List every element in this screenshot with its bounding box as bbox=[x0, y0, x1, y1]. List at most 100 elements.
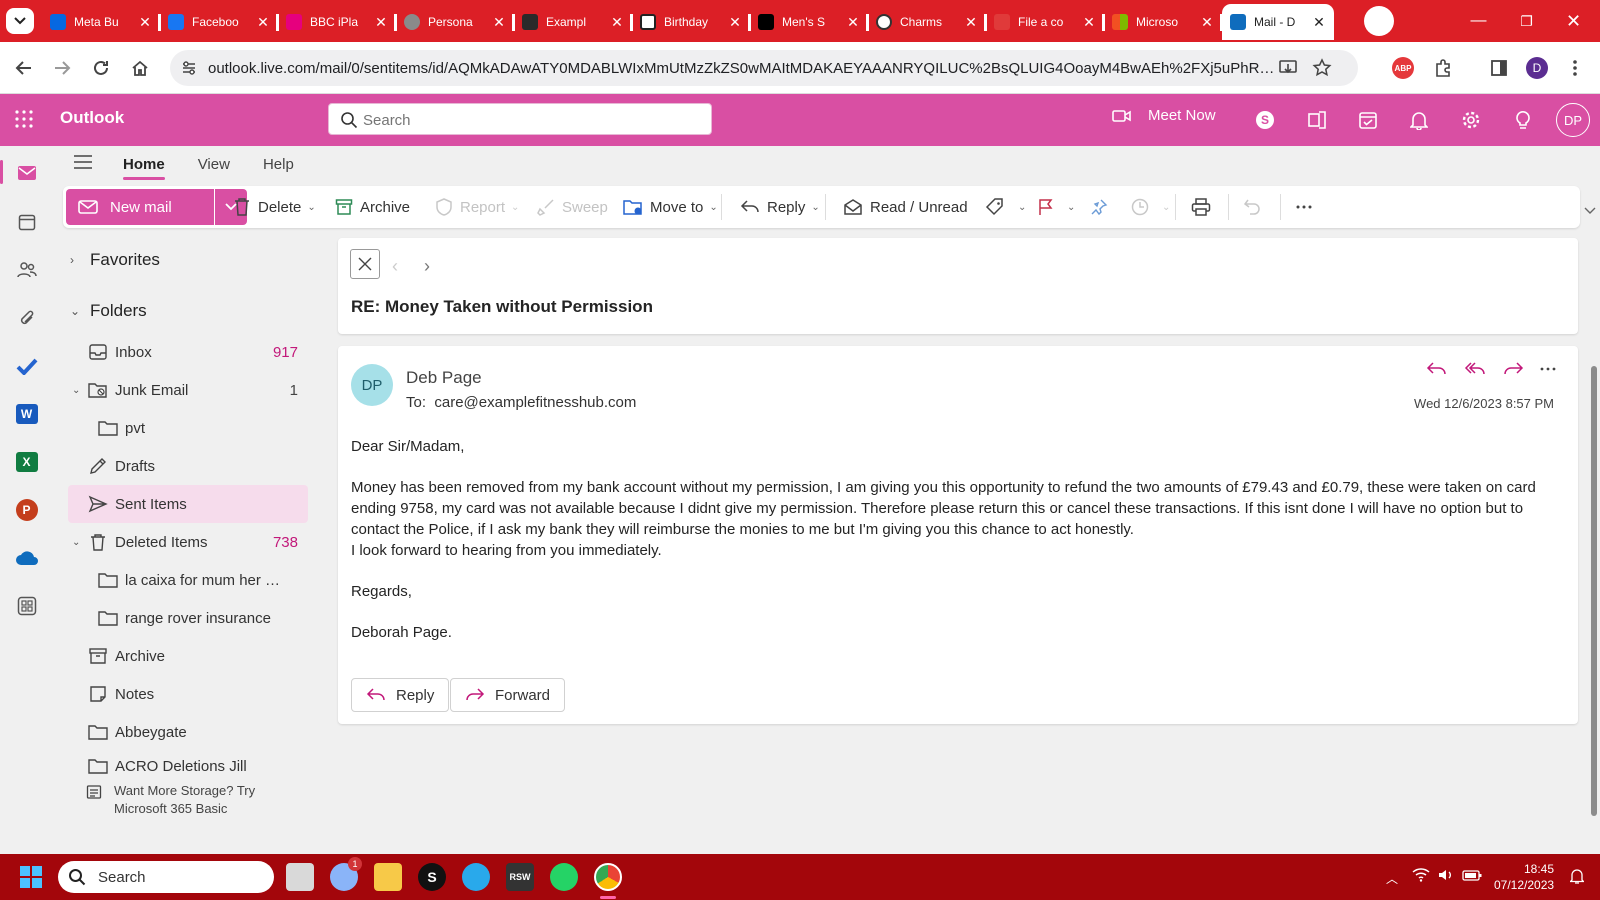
close-tab-icon[interactable]: ✕ bbox=[846, 14, 860, 31]
flag-button[interactable]: ⌄ bbox=[1038, 186, 1075, 228]
folder-junk-email[interactable]: ⌄ Junk Email 1 bbox=[68, 371, 308, 409]
close-tab-icon[interactable]: ✕ bbox=[256, 14, 270, 31]
reply-action-button[interactable] bbox=[1426, 360, 1448, 378]
close-tab-icon[interactable]: ✕ bbox=[728, 14, 742, 31]
browser-tab[interactable]: Microso ✕ bbox=[1104, 4, 1223, 40]
browser-tab-active[interactable]: Mail - D ✕ bbox=[1222, 4, 1334, 40]
close-tab-icon[interactable]: ✕ bbox=[138, 14, 152, 31]
favorites-header[interactable]: › Favorites bbox=[70, 250, 160, 270]
profile-button[interactable]: D bbox=[1524, 55, 1550, 81]
next-message-button[interactable]: › bbox=[424, 256, 430, 277]
reply-footer-button[interactable]: Reply bbox=[351, 678, 450, 712]
close-tab-icon[interactable]: ✕ bbox=[1082, 14, 1096, 31]
close-tab-icon[interactable]: ✕ bbox=[1200, 14, 1214, 31]
browser-tab[interactable]: Men's S ✕ bbox=[750, 4, 869, 40]
powerpoint-app-button[interactable]: P bbox=[13, 496, 40, 523]
delete-button[interactable]: Delete ⌄ bbox=[233, 186, 316, 228]
meet-now-button[interactable]: Meet Now bbox=[1112, 107, 1216, 124]
url-text[interactable]: outlook.live.com/mail/0/sentitems/id/AQM… bbox=[208, 60, 1278, 77]
tips-button[interactable] bbox=[1510, 107, 1536, 133]
folder-drafts[interactable]: Drafts bbox=[68, 447, 308, 485]
extensions-button[interactable] bbox=[1430, 55, 1456, 81]
hamburger-menu-button[interactable] bbox=[73, 154, 93, 170]
forward-footer-button[interactable]: Forward bbox=[450, 678, 566, 712]
scrollbar-thumb[interactable] bbox=[1591, 366, 1597, 816]
close-window-button[interactable]: ✕ bbox=[1550, 0, 1597, 42]
system-clock[interactable]: 18:45 07/12/2023 bbox=[1494, 861, 1554, 893]
people-app-button[interactable] bbox=[13, 256, 40, 283]
adblock-extension-button[interactable]: ABP bbox=[1390, 55, 1416, 81]
browser-tab[interactable]: File a co ✕ bbox=[986, 4, 1105, 40]
restore-window-button[interactable]: ❐ bbox=[1503, 0, 1550, 42]
close-tab-icon[interactable]: ✕ bbox=[1312, 14, 1326, 31]
search-input[interactable] bbox=[363, 109, 693, 131]
close-reading-pane-button[interactable] bbox=[350, 249, 380, 279]
browser-tab[interactable]: Meta Bu ✕ bbox=[42, 4, 161, 40]
my-day-button[interactable] bbox=[1355, 107, 1381, 133]
rsw-app-button[interactable]: RSW bbox=[506, 863, 534, 891]
excel-app-button[interactable]: X bbox=[13, 448, 40, 475]
app-launcher-button[interactable] bbox=[14, 109, 34, 129]
minimize-window-button[interactable]: — bbox=[1455, 0, 1502, 42]
network-button[interactable] bbox=[1412, 868, 1430, 882]
report-button[interactable]: Report ⌄ bbox=[435, 186, 519, 228]
notification-center-button[interactable] bbox=[1570, 868, 1584, 884]
forward-action-button[interactable] bbox=[1502, 360, 1524, 378]
side-panel-button[interactable] bbox=[1486, 55, 1512, 81]
onedrive-taskbar-button[interactable]: 1 bbox=[330, 857, 362, 891]
battery-button[interactable] bbox=[1462, 868, 1482, 882]
show-hidden-icons-button[interactable]: ︿ bbox=[1386, 870, 1398, 887]
folder-sent-items[interactable]: Sent Items bbox=[68, 485, 308, 523]
move-to-button[interactable]: Move to ⌄ bbox=[623, 186, 718, 228]
search-box[interactable] bbox=[328, 103, 712, 135]
reading-pane-scrollbar[interactable] bbox=[1588, 346, 1600, 851]
skype-button[interactable]: S bbox=[1252, 107, 1278, 133]
telegram-button[interactable] bbox=[462, 863, 490, 891]
ribbon-expand-button[interactable] bbox=[1584, 207, 1596, 215]
reply-all-action-button[interactable] bbox=[1464, 360, 1486, 378]
new-mail-button[interactable]: New mail bbox=[66, 189, 214, 225]
app-name[interactable]: Outlook bbox=[60, 108, 124, 128]
browser-tab[interactable]: BBC iPla ✕ bbox=[278, 4, 397, 40]
folder-range-rover-insurance[interactable]: range rover insurance bbox=[68, 599, 308, 637]
browser-tab[interactable]: Faceboo ✕ bbox=[160, 4, 279, 40]
mail-app-button[interactable] bbox=[13, 159, 40, 186]
taskbar-search[interactable]: Search bbox=[58, 861, 274, 893]
archive-button[interactable]: Archive bbox=[335, 186, 410, 228]
todo-app-button[interactable] bbox=[13, 352, 40, 379]
sender-avatar[interactable]: DP bbox=[351, 364, 393, 406]
recipient-address[interactable]: care@examplefitnesshub.com bbox=[434, 394, 636, 411]
close-tab-icon[interactable]: ✕ bbox=[374, 14, 388, 31]
browser-tab[interactable]: Charms ✕ bbox=[868, 4, 987, 40]
browser-menu-button[interactable] bbox=[1562, 55, 1588, 81]
onedrive-app-button[interactable] bbox=[13, 544, 40, 571]
tab-help[interactable]: Help bbox=[263, 146, 294, 182]
tab-home[interactable]: Home bbox=[123, 146, 165, 182]
calendar-app-button[interactable] bbox=[13, 208, 40, 235]
sweep-button[interactable]: Sweep bbox=[537, 186, 608, 228]
more-apps-button[interactable] bbox=[13, 592, 40, 619]
office-apps-button[interactable] bbox=[1304, 107, 1330, 133]
chevron-down-icon[interactable]: ⌄ bbox=[72, 537, 80, 548]
pin-button[interactable] bbox=[1090, 186, 1115, 228]
folder-archive[interactable]: Archive bbox=[68, 637, 308, 675]
read-unread-button[interactable]: Read / Unread bbox=[843, 186, 968, 228]
tab-search-button[interactable] bbox=[6, 8, 34, 34]
folders-header[interactable]: ⌄ Folders bbox=[70, 301, 147, 321]
folder-acro-deletions-jill[interactable]: ACRO Deletions Jill bbox=[68, 751, 308, 781]
browser-tab[interactable]: Exampl ✕ bbox=[514, 4, 633, 40]
s-app-button[interactable]: S bbox=[418, 863, 446, 891]
files-app-button[interactable] bbox=[13, 304, 40, 331]
more-actions-button[interactable] bbox=[1540, 360, 1556, 378]
whatsapp-button[interactable] bbox=[550, 863, 578, 891]
storage-upsell[interactable]: Want More Storage? Try Microsoft 365 Bas… bbox=[86, 782, 255, 818]
notifications-button[interactable] bbox=[1406, 107, 1432, 133]
file-explorer-button[interactable] bbox=[374, 863, 402, 891]
tab-view[interactable]: View bbox=[198, 146, 230, 182]
chrome-button[interactable] bbox=[594, 863, 622, 891]
account-avatar[interactable]: DP bbox=[1556, 103, 1590, 137]
folder-inbox[interactable]: Inbox 917 bbox=[68, 333, 308, 371]
folder-deleted-items[interactable]: ⌄ Deleted Items 738 bbox=[68, 523, 308, 561]
forward-button[interactable] bbox=[49, 55, 75, 81]
undo-button[interactable] bbox=[1243, 186, 1268, 228]
